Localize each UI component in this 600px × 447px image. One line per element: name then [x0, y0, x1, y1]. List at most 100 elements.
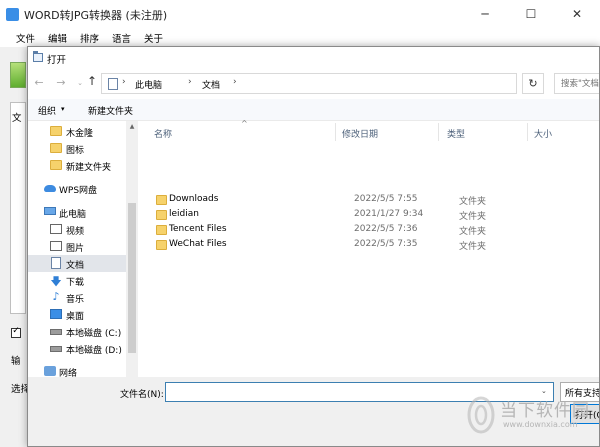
menu-edit[interactable]: 编辑: [48, 31, 67, 45]
nav-item-label: 本地磁盘 (D:): [66, 346, 122, 356]
file-list-pane: ^ 名称 修改日期 类型 大小 Downloads 2022/5/5 7:55 …: [138, 119, 599, 377]
filename-label: 文件名(N):: [120, 390, 164, 400]
file-name: Downloads: [169, 194, 219, 204]
column-divider[interactable]: [335, 123, 336, 141]
video-icon: [50, 224, 62, 234]
checkmark-icon: ✓: [12, 326, 20, 336]
nav-item-network[interactable]: 网络: [28, 363, 126, 377]
breadcrumb-separator[interactable]: ›: [188, 77, 192, 87]
folder-icon: [50, 143, 62, 153]
cloud-icon: [44, 185, 56, 192]
nav-item-label: 此电脑: [59, 210, 87, 220]
maximize-button[interactable]: ☐: [508, 0, 554, 29]
folder-icon: [156, 210, 167, 220]
menu-sort[interactable]: 排序: [80, 31, 99, 45]
watermark-url: www.downxia.com: [503, 420, 578, 429]
file-list-label: 文: [12, 113, 22, 124]
watermark-logo-icon: [467, 396, 495, 434]
app-logo-icon: [6, 8, 19, 21]
chevron-down-icon[interactable]: ▾: [61, 105, 65, 113]
breadcrumb-separator[interactable]: ›: [233, 77, 237, 87]
scroll-up-icon[interactable]: ▲: [126, 121, 138, 133]
search-box[interactable]: [554, 73, 599, 94]
nav-item-new-folder[interactable]: 新建文件夹: [28, 157, 126, 174]
breadcrumb-this-pc[interactable]: 此电脑: [135, 78, 162, 91]
nav-item-desktop[interactable]: 桌面: [28, 306, 126, 323]
app-title: WORD转JPG转换器 (未注册): [24, 9, 168, 22]
file-name: WeChat Files: [169, 239, 227, 249]
file-type: 文件夹: [459, 227, 487, 237]
file-row[interactable]: Tencent Files 2022/5/5 7:36 文件夹: [154, 223, 594, 238]
nav-item-label: 文档: [66, 261, 85, 271]
nav-item-videos[interactable]: 视频: [28, 221, 126, 238]
chevron-down-icon[interactable]: ⌄: [541, 387, 547, 395]
nav-item-label: 图标: [66, 146, 85, 156]
nav-item-pictures[interactable]: 图片: [28, 238, 126, 255]
column-header-size[interactable]: 大小: [534, 127, 552, 140]
file-date: 2022/5/5 7:55: [354, 194, 418, 204]
watermark-text: 当下软件园: [500, 401, 590, 421]
app-menubar: 文件 编辑 排序 语言 关于: [0, 29, 600, 47]
nav-item-label: 本地磁盘 (C:): [66, 329, 122, 339]
navigation-pane[interactable]: 木金隆 图标 新建文件夹 WPS网盘 此电脑 视频 图片 文档 🡇 下载 ♪ 音…: [28, 121, 138, 377]
address-bar[interactable]: › 此电脑 › 文档 › ⌄: [101, 73, 578, 94]
column-divider[interactable]: [527, 123, 528, 141]
up-folder-button[interactable]: ↑: [85, 74, 99, 88]
file-list-panel[interactable]: [10, 102, 26, 314]
open-file-dialog: 打开 ← → ⌄ ↑ › 此电脑 › 文档 › ⌄ ↻ 组织 ▾ 新建文件夹 木…: [27, 46, 600, 447]
column-divider[interactable]: [438, 123, 439, 141]
nav-item-label: 图片: [66, 244, 85, 254]
menu-file[interactable]: 文件: [16, 31, 35, 45]
menu-language[interactable]: 语言: [112, 31, 131, 45]
column-header-name[interactable]: 名称: [154, 127, 172, 140]
output-label: 输: [11, 356, 21, 367]
nav-item-this-pc[interactable]: 此电脑: [28, 204, 126, 221]
column-header-date[interactable]: 修改日期: [342, 127, 378, 140]
file-type: 文件夹: [459, 197, 487, 207]
nav-item-label: 网络: [59, 369, 78, 377]
file-row[interactable]: leidian 2021/1/27 9:34 文件夹: [154, 208, 594, 223]
new-folder-button[interactable]: 新建文件夹: [88, 104, 133, 117]
folder-icon: [156, 195, 167, 205]
close-button[interactable]: ✕: [554, 0, 600, 29]
breadcrumb-separator[interactable]: ›: [122, 77, 126, 87]
organize-button[interactable]: 组织: [38, 104, 56, 117]
scrollbar-thumb[interactable]: [128, 203, 136, 353]
open-folder-icon: [33, 51, 43, 62]
app-titlebar: WORD转JPG转换器 (未注册) ─ ☐ ✕: [0, 0, 600, 29]
dialog-title: 打开: [47, 55, 67, 66]
search-input[interactable]: [555, 74, 599, 93]
refresh-button[interactable]: ↻: [522, 73, 544, 94]
document-icon: [108, 78, 118, 90]
back-button[interactable]: ←: [32, 76, 46, 89]
menu-about[interactable]: 关于: [144, 31, 163, 45]
drive-icon: [50, 346, 62, 352]
nav-item-documents[interactable]: 文档: [28, 255, 126, 272]
folder-icon: [156, 225, 167, 235]
file-date: 2022/5/5 7:36: [354, 224, 418, 234]
minimize-button[interactable]: ─: [462, 0, 508, 29]
download-icon: 🡇: [50, 275, 62, 288]
add-file-button[interactable]: [10, 62, 26, 88]
nav-item-label: 视频: [66, 227, 85, 237]
column-header-type[interactable]: 类型: [447, 127, 465, 140]
nav-item-icons[interactable]: 图标: [28, 140, 126, 157]
nav-item-wps-cloud[interactable]: WPS网盘: [28, 180, 126, 197]
computer-icon: [44, 207, 56, 215]
breadcrumb-documents[interactable]: 文档: [202, 78, 220, 91]
nav-item-downloads[interactable]: 🡇 下载: [28, 272, 126, 289]
nav-pane-scrollbar[interactable]: ▲: [126, 121, 138, 377]
file-row[interactable]: Downloads 2022/5/5 7:55 文件夹: [154, 193, 594, 208]
nav-item-drive-d[interactable]: 本地磁盘 (D:): [28, 340, 126, 357]
document-icon: [51, 257, 61, 269]
file-date: 2022/5/5 7:35: [354, 239, 418, 249]
nav-item-label: 下载: [66, 278, 85, 288]
music-icon: ♪: [52, 290, 60, 303]
navigation-bar: ← → ⌄ ↑ › 此电脑 › 文档 › ⌄ ↻: [28, 69, 599, 99]
forward-button[interactable]: →: [54, 76, 68, 89]
file-row[interactable]: WeChat Files 2022/5/5 7:35 文件夹: [154, 238, 594, 253]
nav-item-label: 木金隆: [66, 129, 94, 139]
nav-item-mujinlong[interactable]: 木金隆: [28, 123, 126, 140]
nav-item-music[interactable]: ♪ 音乐: [28, 289, 126, 306]
nav-item-drive-c[interactable]: 本地磁盘 (C:): [28, 323, 126, 340]
